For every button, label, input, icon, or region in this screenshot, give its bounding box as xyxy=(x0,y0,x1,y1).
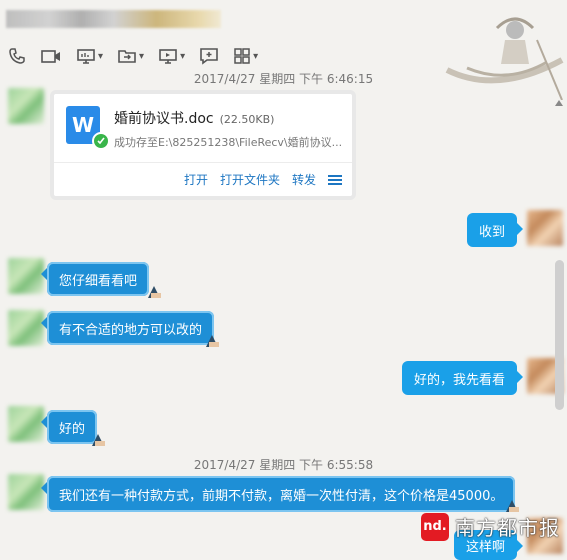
video-icon xyxy=(41,50,60,63)
message-bubble: 好的，我先看看 xyxy=(402,361,524,395)
bubble-decoration xyxy=(92,434,105,446)
file-transfer-button[interactable]: ▾ xyxy=(117,47,144,65)
avatar xyxy=(8,258,44,294)
contact-name-blurred xyxy=(6,10,221,28)
file-name[interactable]: 婚前协议书.doc (22.50KB) xyxy=(114,108,274,128)
avatar xyxy=(8,406,44,442)
add-chat-icon xyxy=(200,48,218,65)
newspaper-watermark: nd. 南方都市报 xyxy=(421,512,560,541)
check-icon xyxy=(92,132,110,150)
scrollbar[interactable] xyxy=(555,100,564,530)
chat-header: ▾ ▾ ▾ ▾ xyxy=(0,0,567,100)
chevron-down-icon: ▾ xyxy=(253,50,259,62)
file-size: (22.50KB) xyxy=(219,113,275,126)
message-bubble: 有不合适的地方可以改的 xyxy=(40,311,215,345)
file-actions: 打开 打开文件夹 转发 xyxy=(54,162,352,196)
forward-link[interactable]: 转发 xyxy=(292,171,316,188)
phone-icon xyxy=(9,48,25,64)
scroll-up-arrow-icon[interactable] xyxy=(555,100,563,106)
newspaper-name: 南方都市报 xyxy=(455,516,560,540)
chat-toolbar: ▾ ▾ ▾ ▾ xyxy=(8,44,258,68)
file-transfer-icon xyxy=(118,50,136,63)
open-folder-link[interactable]: 打开文件夹 xyxy=(220,171,280,188)
new-chat-button[interactable] xyxy=(199,47,219,65)
chevron-down-icon: ▾ xyxy=(98,50,104,62)
message-bubble: 好的 xyxy=(40,410,98,444)
message-bubble: 您仔细看看吧 xyxy=(40,262,150,296)
bubble-decoration xyxy=(206,335,219,347)
screen-share-icon xyxy=(77,49,95,64)
chevron-down-icon: ▾ xyxy=(180,50,186,62)
message-bubble: 收到 xyxy=(467,213,524,247)
video-call-button[interactable] xyxy=(40,47,62,65)
remote-desktop-icon xyxy=(159,49,177,64)
bubble-decoration xyxy=(148,286,161,298)
file-message-card[interactable]: W 婚前协议书.doc (22.50KB) 成功存至E:\825251238\Fi… xyxy=(50,90,356,200)
more-menu-icon[interactable] xyxy=(328,174,342,185)
message-timestamp: 2017/4/27 星期四 下午 6:46:15 xyxy=(193,72,374,86)
scrollbar-thumb[interactable] xyxy=(555,260,564,410)
file-save-path: 成功存至E:\825251238\FileRecv\婚前协议... xyxy=(114,136,343,149)
message-bubble: 我们还有一种付款方式，前期不付款，离婚一次性付清，这个价格是45000。 xyxy=(40,476,516,512)
remote-desktop-button[interactable]: ▾ xyxy=(158,47,185,65)
screen-share-button[interactable]: ▾ xyxy=(76,47,103,65)
newspaper-logo: nd. xyxy=(421,512,449,541)
voice-call-button[interactable] xyxy=(8,47,26,65)
message-timestamp: 2017/4/27 星期四 下午 6:55:58 xyxy=(193,458,374,472)
avatar xyxy=(8,474,44,510)
avatar xyxy=(8,88,44,124)
apps-grid-icon xyxy=(234,48,250,64)
chevron-down-icon: ▾ xyxy=(139,50,145,62)
open-file-link[interactable]: 打开 xyxy=(184,171,208,188)
bubble-decoration xyxy=(506,500,519,512)
apps-button[interactable]: ▾ xyxy=(233,47,258,65)
avatar xyxy=(8,310,44,346)
